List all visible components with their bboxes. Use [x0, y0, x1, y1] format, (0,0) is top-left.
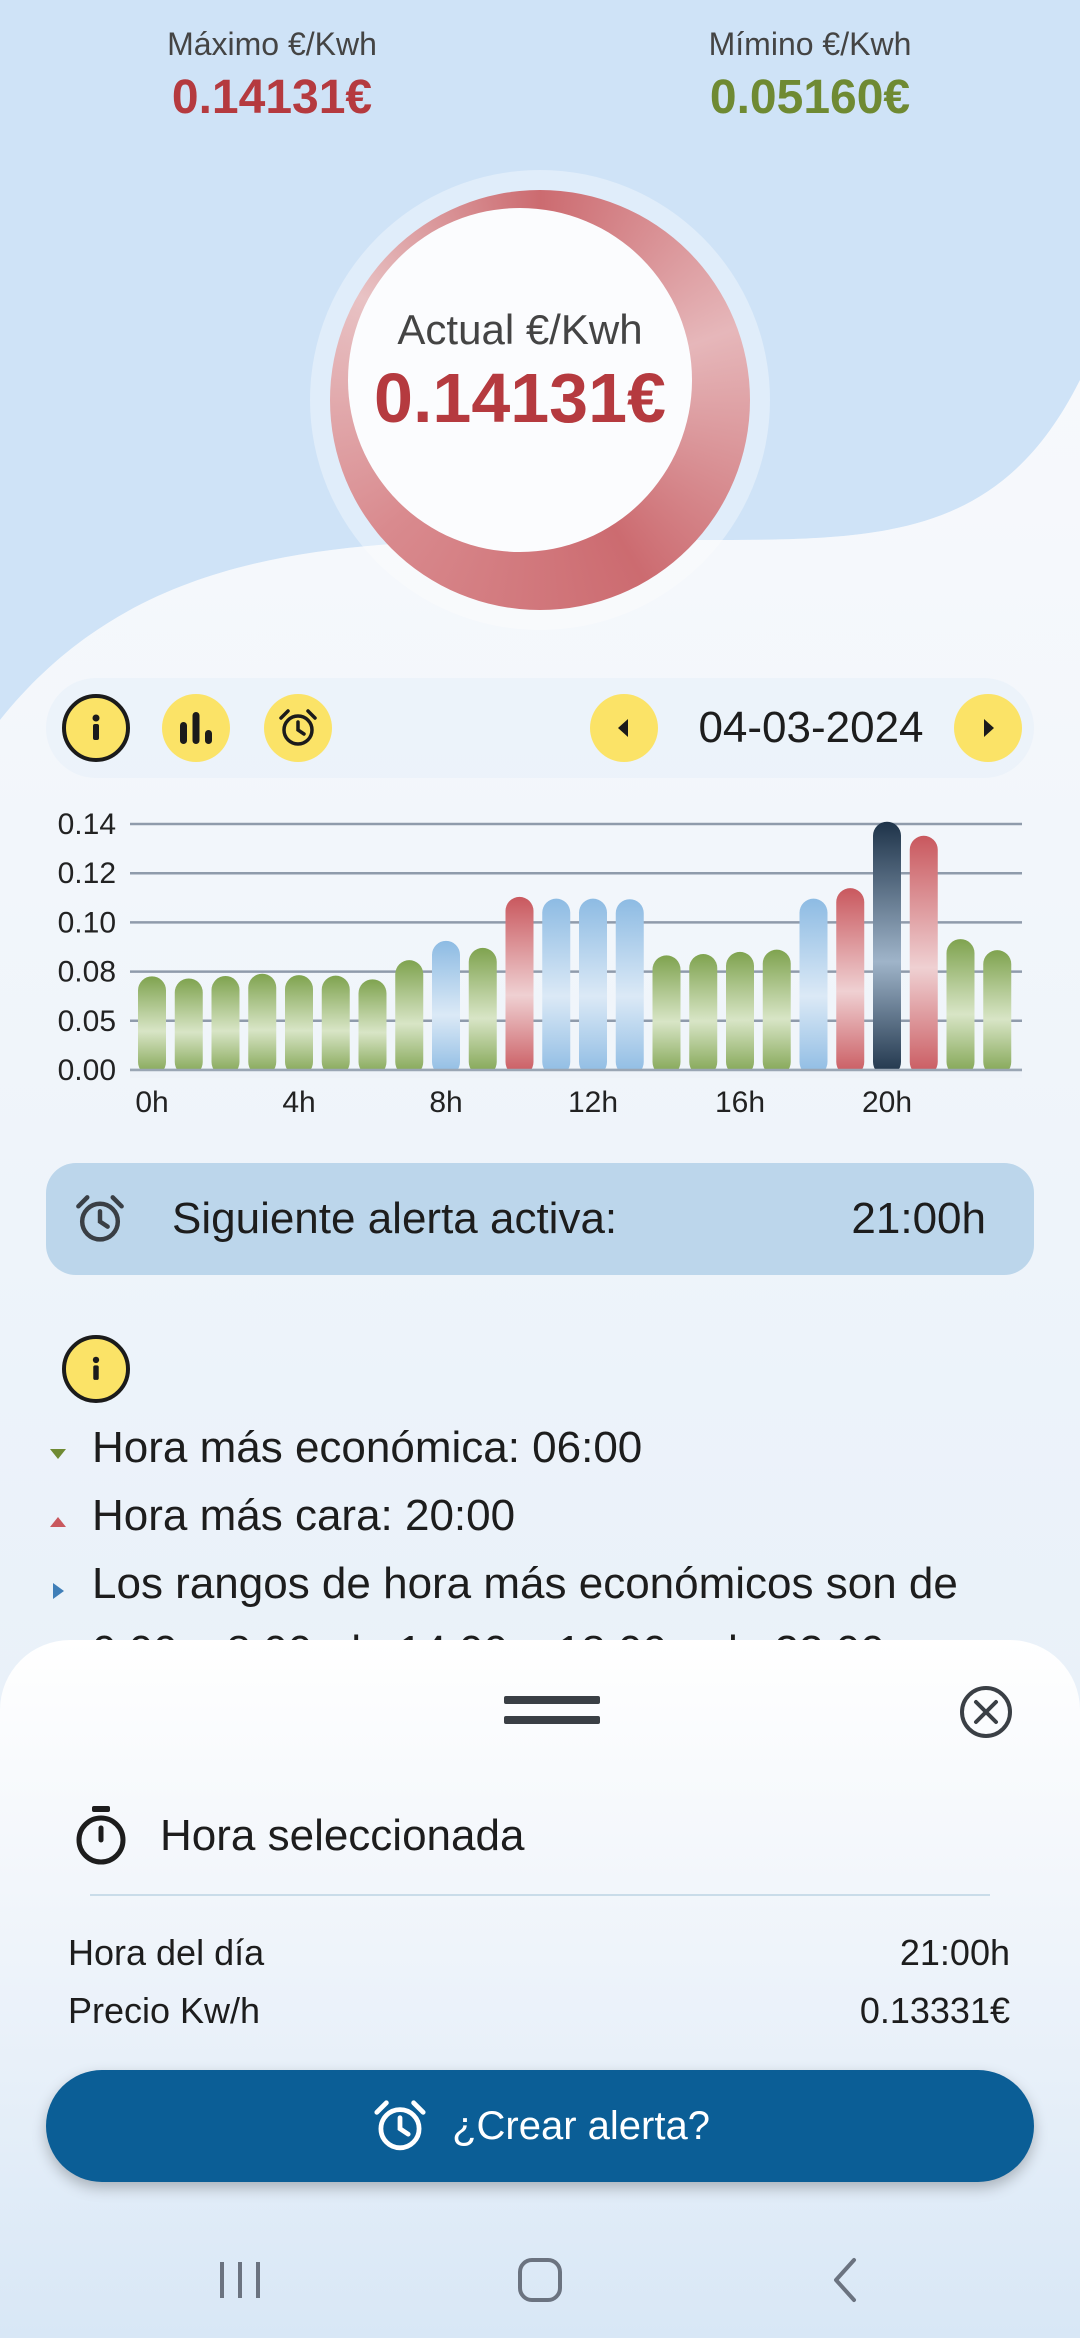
max-price-label: Máximo €/Kwh — [167, 26, 377, 62]
x-tick-label: 8h — [429, 1086, 462, 1119]
chart-bar-0h[interactable] — [138, 976, 166, 1076]
y-tick-label: 0.05 — [58, 1005, 116, 1038]
chart-bar-23h[interactable] — [983, 950, 1012, 1076]
most-expensive-hour-text: Hora más cara: 20:00 — [92, 1491, 516, 1540]
gauge-center: Actual €/Kwh 0.14131€ — [348, 208, 692, 552]
caret-left-icon — [618, 719, 628, 737]
detail-value: 21:00h — [899, 1932, 1010, 1973]
current-price-label: Actual €/Kwh — [397, 306, 643, 353]
timer-icon — [76, 1806, 126, 1865]
alarm-clock-icon — [76, 1195, 124, 1242]
y-tick-label: 0.12 — [58, 857, 116, 890]
alarm-clock-icon — [374, 2100, 426, 2151]
x-tick-label: 4h — [282, 1086, 315, 1119]
create-alert-label: ¿Crear alerta? — [452, 2103, 710, 2148]
y-tick-label: 0.14 — [58, 808, 116, 841]
alarm-clock-icon — [279, 709, 317, 746]
info-button[interactable] — [62, 694, 130, 762]
next-alert-banner[interactable]: Siguiente alerta activa: 21:00h — [46, 1163, 1034, 1275]
chart-view-button[interactable] — [162, 694, 230, 762]
chart-bar-12h[interactable] — [579, 898, 607, 1076]
y-tick-label: 0.00 — [58, 1054, 116, 1087]
chart-bar-8h[interactable] — [432, 940, 460, 1076]
recents-icon[interactable] — [210, 2250, 270, 2310]
down-triangle-icon — [50, 1449, 66, 1459]
chart-bar-11h[interactable] — [542, 898, 571, 1076]
min-price-label: Mímino €/Kwh — [708, 26, 912, 62]
drag-handle-icon[interactable] — [504, 1692, 600, 1732]
chart-bar-15h[interactable] — [689, 954, 718, 1076]
chart-bar-22h[interactable] — [946, 939, 975, 1076]
chart-bar-3h[interactable] — [248, 973, 277, 1076]
cheapest-hour-text: Hora más económica: 06:00 — [92, 1423, 643, 1472]
right-triangle-icon — [53, 1583, 64, 1599]
price-summary: Máximo €/Kwh 0.14131€ Mímino €/Kwh 0.051… — [0, 20, 1080, 140]
detail-value: 0.13331€ — [859, 1990, 1010, 2031]
detail-label: Precio Kw/h — [68, 1990, 261, 2031]
x-tick-label: 16h — [715, 1086, 765, 1119]
chart-bar-18h[interactable] — [799, 898, 828, 1076]
next-alert-label: Siguiente alerta activa: — [172, 1194, 618, 1243]
chart-bar-19h[interactable] — [836, 888, 865, 1076]
max-price-value: 0.14131€ — [171, 71, 373, 124]
x-tick-label: 20h — [862, 1086, 912, 1119]
caret-right-icon — [984, 719, 994, 737]
up-triangle-icon — [50, 1517, 66, 1527]
selected-date[interactable]: 04-03-2024 — [676, 678, 946, 778]
next-day-button[interactable] — [954, 694, 1022, 762]
current-price-gauge: Actual €/Kwh 0.14131€ — [310, 170, 770, 630]
y-tick-label: 0.08 — [58, 956, 116, 989]
divider — [90, 1894, 990, 1896]
x-tick-label: 0h — [135, 1086, 168, 1119]
chart-bar-1h[interactable] — [174, 978, 203, 1076]
cheap-ranges-text: Los rangos de hora más económicos son de — [92, 1559, 958, 1608]
chart-bar-2h[interactable] — [211, 975, 240, 1076]
chart-bar-6h[interactable] — [358, 979, 387, 1076]
chart-bar-7h[interactable] — [395, 960, 424, 1076]
detail-row-hour: Hora del día 21:00h — [68, 1932, 1010, 1974]
back-icon[interactable] — [816, 2250, 876, 2310]
detail-row-price: Precio Kw/h 0.13331€ — [68, 1990, 1010, 2032]
chart-bar-14h[interactable] — [652, 955, 681, 1076]
info-icon — [92, 714, 100, 740]
sheet-title: Hora seleccionada — [160, 1811, 525, 1860]
chart-bar-4h[interactable] — [285, 975, 313, 1076]
chart-bar-10h[interactable] — [505, 896, 534, 1076]
max-price-stat: Máximo €/Kwh 0.14131€ — [92, 20, 452, 128]
min-price-value: 0.05160€ — [709, 71, 911, 124]
home-icon[interactable] — [510, 2250, 570, 2310]
previous-day-button[interactable] — [590, 694, 658, 762]
info-icon — [62, 1335, 130, 1403]
system-navigation-bar — [0, 2220, 1080, 2338]
create-alert-button[interactable]: ¿Crear alerta? — [46, 2070, 1034, 2182]
close-sheet-button[interactable] — [958, 1684, 1014, 1740]
detail-label: Hora del día — [68, 1932, 265, 1973]
chart-bar-13h[interactable] — [615, 899, 644, 1076]
chart-bar-20h[interactable] — [873, 821, 901, 1076]
chart-bar-21h[interactable] — [909, 835, 938, 1076]
min-price-stat: Mímino €/Kwh 0.05160€ — [630, 20, 990, 128]
chart-bar-17h[interactable] — [762, 949, 791, 1076]
bar-chart-icon — [180, 712, 212, 744]
hourly-price-chart[interactable]: 0.00 0.05 0.08 0.10 0.12 0.14 0h 4h 8h 12h 16h 20h — [0, 790, 1080, 1120]
chart-bar-16h[interactable] — [726, 951, 754, 1076]
chart-toolbar: 04-03-2024 — [46, 678, 1034, 778]
x-tick-label: 12h — [568, 1086, 618, 1119]
chart-svg[interactable]: 0.00 0.05 0.08 0.10 0.12 0.14 0h 4h 8h 12h 16h 20h — [0, 790, 1080, 1120]
next-alert-time: 21:00h — [851, 1194, 986, 1243]
current-price-value: 0.14131€ — [374, 359, 666, 437]
chart-bar-9h[interactable] — [468, 947, 497, 1076]
alarms-button[interactable] — [264, 694, 332, 762]
chart-bar-5h[interactable] — [321, 975, 350, 1076]
y-tick-label: 0.10 — [58, 906, 116, 939]
